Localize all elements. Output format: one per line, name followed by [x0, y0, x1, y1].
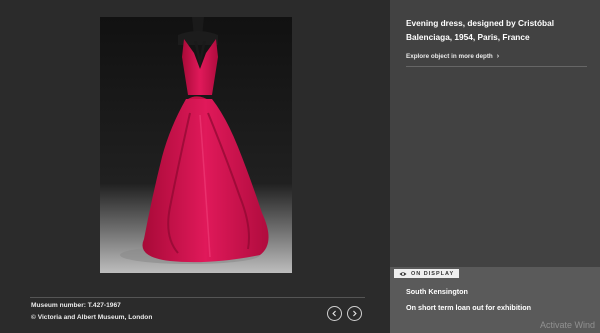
on-display-badge: ON DISPLAY [394, 269, 460, 278]
object-info-panel: Evening dress, designed by Cristóbal Bal… [390, 0, 600, 333]
explore-object-link[interactable]: Explore object in more depth › [406, 53, 499, 60]
caption-divider [30, 297, 365, 298]
eye-icon [399, 271, 407, 277]
display-status-section: ON DISPLAY South Kensington On short ter… [390, 267, 600, 333]
chevron-left-icon [332, 310, 336, 317]
panel-divider [406, 66, 587, 67]
badge-label: ON DISPLAY [411, 270, 455, 277]
next-image-button[interactable] [347, 306, 362, 321]
explore-link-label: Explore object in more depth [406, 53, 493, 60]
chevron-right-icon [353, 310, 357, 317]
object-title: Evening dress, designed by Cristóbal Bal… [406, 18, 554, 42]
copyright-notice: © Victoria and Albert Museum, London [31, 314, 153, 321]
image-viewer: Museum number: T.427-1967 © Victoria and… [0, 0, 390, 333]
display-location: South Kensington [406, 287, 468, 296]
museum-number: Museum number: T.427-1967 [31, 302, 121, 309]
chevron-right-icon: › [496, 53, 500, 60]
dress-illustration [120, 17, 269, 264]
previous-image-button[interactable] [327, 306, 342, 321]
loan-status: On short term loan out for exhibition [406, 303, 531, 312]
object-image[interactable] [100, 17, 292, 273]
